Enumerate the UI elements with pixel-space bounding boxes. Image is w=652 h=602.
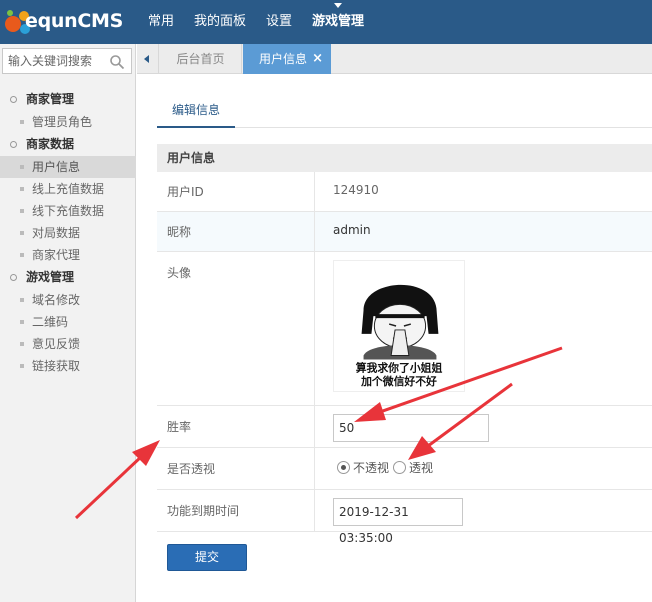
sidebar-group-merchant-management[interactable]: 商家管理 (0, 88, 136, 111)
search-input[interactable] (3, 49, 103, 73)
top-bar: equnCMS 常用 我的面板 设置 游戏管理 (0, 0, 652, 44)
form-row-transparent: 是否透视 不透视 透视 (157, 448, 652, 490)
circle-icon (10, 274, 17, 281)
circle-icon (10, 96, 17, 103)
top-nav: 常用 我的面板 设置 游戏管理 (138, 0, 374, 44)
sidebar-item-user-info[interactable]: 用户信息 (0, 156, 136, 178)
bullet-icon (20, 231, 24, 235)
expire-label: 功能到期时间 (157, 490, 315, 531)
sidebar-item-online-recharge[interactable]: 线上充值数据 (0, 178, 136, 200)
user-id-label: 用户ID (157, 172, 315, 211)
item-label: 对局数据 (32, 226, 81, 240)
group-label: 游戏管理 (26, 270, 75, 284)
close-icon[interactable]: × (312, 44, 323, 74)
avatar-label: 头像 (157, 252, 315, 405)
nickname-label: 昵称 (157, 212, 315, 251)
item-label: 链接获取 (32, 359, 81, 373)
logo-text: equnCMS (25, 10, 123, 32)
win-rate-input[interactable]: 50 (333, 414, 489, 442)
radio-no-transparent[interactable] (337, 461, 350, 474)
sidebar-item-merchant-agent[interactable]: 商家代理 (0, 244, 136, 266)
tab-label: 用户信息 (259, 52, 308, 66)
form-row-user-id: 用户ID 124910 (157, 172, 652, 212)
sidebar-item-offline-recharge[interactable]: 线下充值数据 (0, 200, 136, 222)
sidebar-item-match-data[interactable]: 对局数据 (0, 222, 136, 244)
nav-item-settings[interactable]: 设置 (256, 0, 302, 44)
form-row-avatar: 头像 算我求你了小姐姐 加个微信好不好 (157, 252, 652, 406)
item-label: 线下充值数据 (32, 204, 105, 218)
sidebar-menu: 商家管理 管理员角色 商家数据 用户信息 线上充值数据 线下充值数据 对局数据 … (0, 88, 136, 377)
tab-edit-info[interactable]: 编辑信息 (157, 102, 235, 128)
main-content: 编辑信息 用户信息 用户ID 124910 昵称 admin 头像 算我求你了小… (137, 74, 652, 602)
expire-time-input[interactable]: 2019-12-31 03:35:00 (333, 498, 463, 545)
tab-home[interactable]: 后台首页 (160, 44, 242, 74)
user-id-value: 124910 (333, 183, 379, 197)
logo[interactable]: equnCMS (0, 0, 138, 44)
sidebar-item-admin-roles[interactable]: 管理员角色 (0, 111, 136, 133)
item-label: 意见反馈 (32, 337, 81, 351)
bullet-icon (20, 342, 24, 346)
radio-no-transparent-label[interactable]: 不透视 (353, 459, 389, 476)
item-label: 二维码 (32, 315, 69, 329)
form-row-nickname: 昵称 admin (157, 212, 652, 252)
circle-icon (10, 141, 17, 148)
bullet-icon (20, 120, 24, 124)
nav-item-common[interactable]: 常用 (138, 0, 184, 44)
bullet-icon (20, 165, 24, 169)
radio-transparent[interactable] (393, 461, 407, 474)
form-row-win-rate: 胜率 50 (157, 406, 652, 448)
sidebar-item-domain-edit[interactable]: 域名修改 (0, 289, 136, 311)
form-row-expire: 功能到期时间 2019-12-31 03:35:00 (157, 490, 652, 545)
submit-button[interactable]: 提交 (167, 544, 247, 571)
collapse-sidebar-button[interactable] (137, 44, 159, 74)
subtab-row: 编辑信息 (157, 102, 652, 128)
sidebar-item-qrcode[interactable]: 二维码 (0, 311, 136, 333)
section-title: 用户信息 (157, 144, 652, 172)
item-label: 用户信息 (32, 160, 81, 174)
nav-item-my-panel[interactable]: 我的面板 (184, 0, 256, 44)
group-label: 商家数据 (26, 137, 75, 151)
item-label: 域名修改 (32, 293, 81, 307)
nickname-value: admin (333, 223, 371, 237)
radio-transparent-label[interactable]: 透视 (409, 459, 433, 476)
item-label: 商家代理 (32, 248, 81, 262)
bullet-icon (20, 187, 24, 191)
group-label: 商家管理 (26, 92, 75, 106)
item-label: 线上充值数据 (32, 182, 105, 196)
sidebar-item-get-link[interactable]: 链接获取 (0, 355, 136, 377)
bullet-icon (20, 298, 24, 302)
transparent-radio-group: 不透视 透视 (337, 459, 437, 476)
avatar-caption-line1: 算我求你了小姐姐 (355, 360, 443, 374)
search-icon[interactable] (109, 54, 125, 70)
sidebar-group-game-management[interactable]: 游戏管理 (0, 266, 136, 289)
sidebar-group-merchant-data[interactable]: 商家数据 (0, 133, 136, 156)
item-label: 管理员角色 (32, 115, 93, 129)
win-rate-label: 胜率 (157, 406, 315, 447)
sidebar-search (2, 48, 132, 74)
avatar-caption-line2: 加个微信好不好 (360, 374, 437, 388)
bullet-icon (20, 364, 24, 368)
tab-bar: 后台首页 用户信息 × (137, 44, 652, 74)
nav-item-game-management[interactable]: 游戏管理 (302, 0, 374, 44)
bullet-icon (20, 320, 24, 324)
sidebar: 商家管理 管理员角色 商家数据 用户信息 线上充值数据 线下充值数据 对局数据 … (0, 44, 136, 602)
transparent-label: 是否透视 (157, 448, 315, 489)
tab-user-info[interactable]: 用户信息 × (243, 44, 331, 74)
sidebar-item-feedback[interactable]: 意见反馈 (0, 333, 136, 355)
bullet-icon (20, 209, 24, 213)
bullet-icon (20, 253, 24, 257)
avatar[interactable]: 算我求你了小姐姐 加个微信好不好 (333, 260, 465, 392)
